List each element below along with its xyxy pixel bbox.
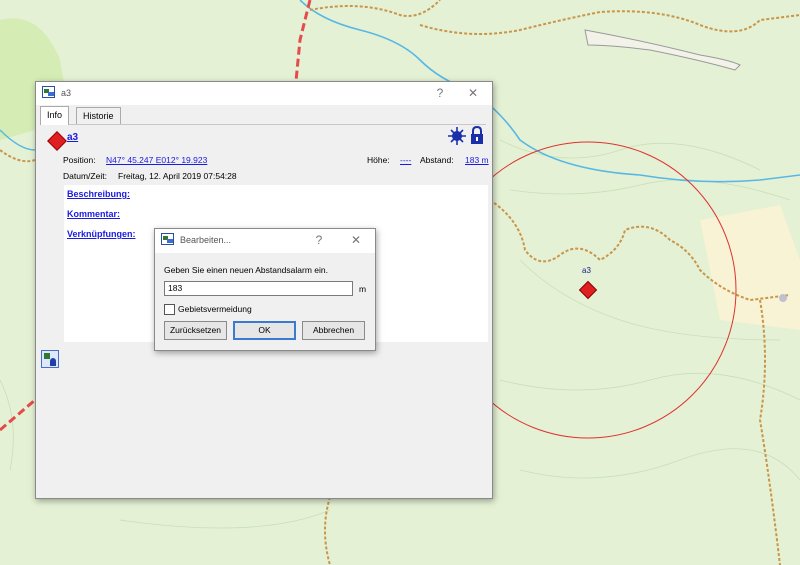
abstand-value-link[interactable]: 183 m [465,155,489,165]
edit-distance-alarm-dialog: Bearbeiten... ? ✕ Geben Sie einen neuen … [154,228,376,351]
reset-button[interactable]: Zurücksetzen [164,321,227,340]
ok-button[interactable]: OK [233,321,296,340]
waypoint-properties-icon[interactable] [41,350,59,368]
abstand-label: Abstand: [420,155,454,165]
waypoint-name-link[interactable]: a3 [67,132,78,143]
cancel-button[interactable]: Abbrechen [302,321,365,340]
dialog-close-button[interactable]: ✕ [347,233,365,247]
distance-alarm-input[interactable]: 183 [164,281,353,296]
close-button[interactable]: ✕ [464,86,482,100]
hoehe-label: Höhe: [367,155,390,165]
gps-sun-icon[interactable] [448,127,466,145]
position-label: Position: [63,155,96,165]
verknuepfungen-link[interactable]: Verknüpfungen: [67,229,136,239]
app-icon [42,86,55,98]
info-header-panel: a3 Position: N47° 45.247 E012° 19.923 Hö… [40,124,489,181]
datum-value: Freitag, 12. April 2019 07:54:28 [118,171,237,181]
lock-icon[interactable] [470,126,484,145]
unit-label: m [359,284,367,294]
dialog-help-button[interactable]: ? [310,233,328,247]
datum-label: Datum/Zeit: [63,171,107,181]
info-window-titlebar[interactable]: a3 ? ✕ [36,82,492,105]
help-button[interactable]: ? [431,86,449,100]
edit-dialog-titlebar[interactable]: Bearbeiten... ? ✕ [155,229,375,253]
info-window-title: a3 [61,88,72,98]
gebietsvermeidung-label[interactable]: Gebietsvermeidung [178,304,252,314]
dialog-app-icon [161,233,174,245]
hoehe-value-link[interactable]: ---- [400,155,411,165]
distance-alarm-prompt: Geben Sie einen neuen Abstandsalarm ein. [164,265,328,275]
gebietsvermeidung-checkbox[interactable] [164,304,175,315]
waypoint-symbol-icon [47,131,67,151]
beschreibung-link[interactable]: Beschreibung: [67,189,130,199]
tab-historie[interactable]: Historie [76,107,121,124]
map-waypoint-label: a3 [582,266,591,275]
tab-info[interactable]: Info [40,106,70,125]
kommentar-link[interactable]: Kommentar: [67,209,120,219]
position-value-link[interactable]: N47° 45.247 E012° 19.923 [106,155,207,165]
edit-dialog-title: Bearbeiten... [180,235,232,245]
